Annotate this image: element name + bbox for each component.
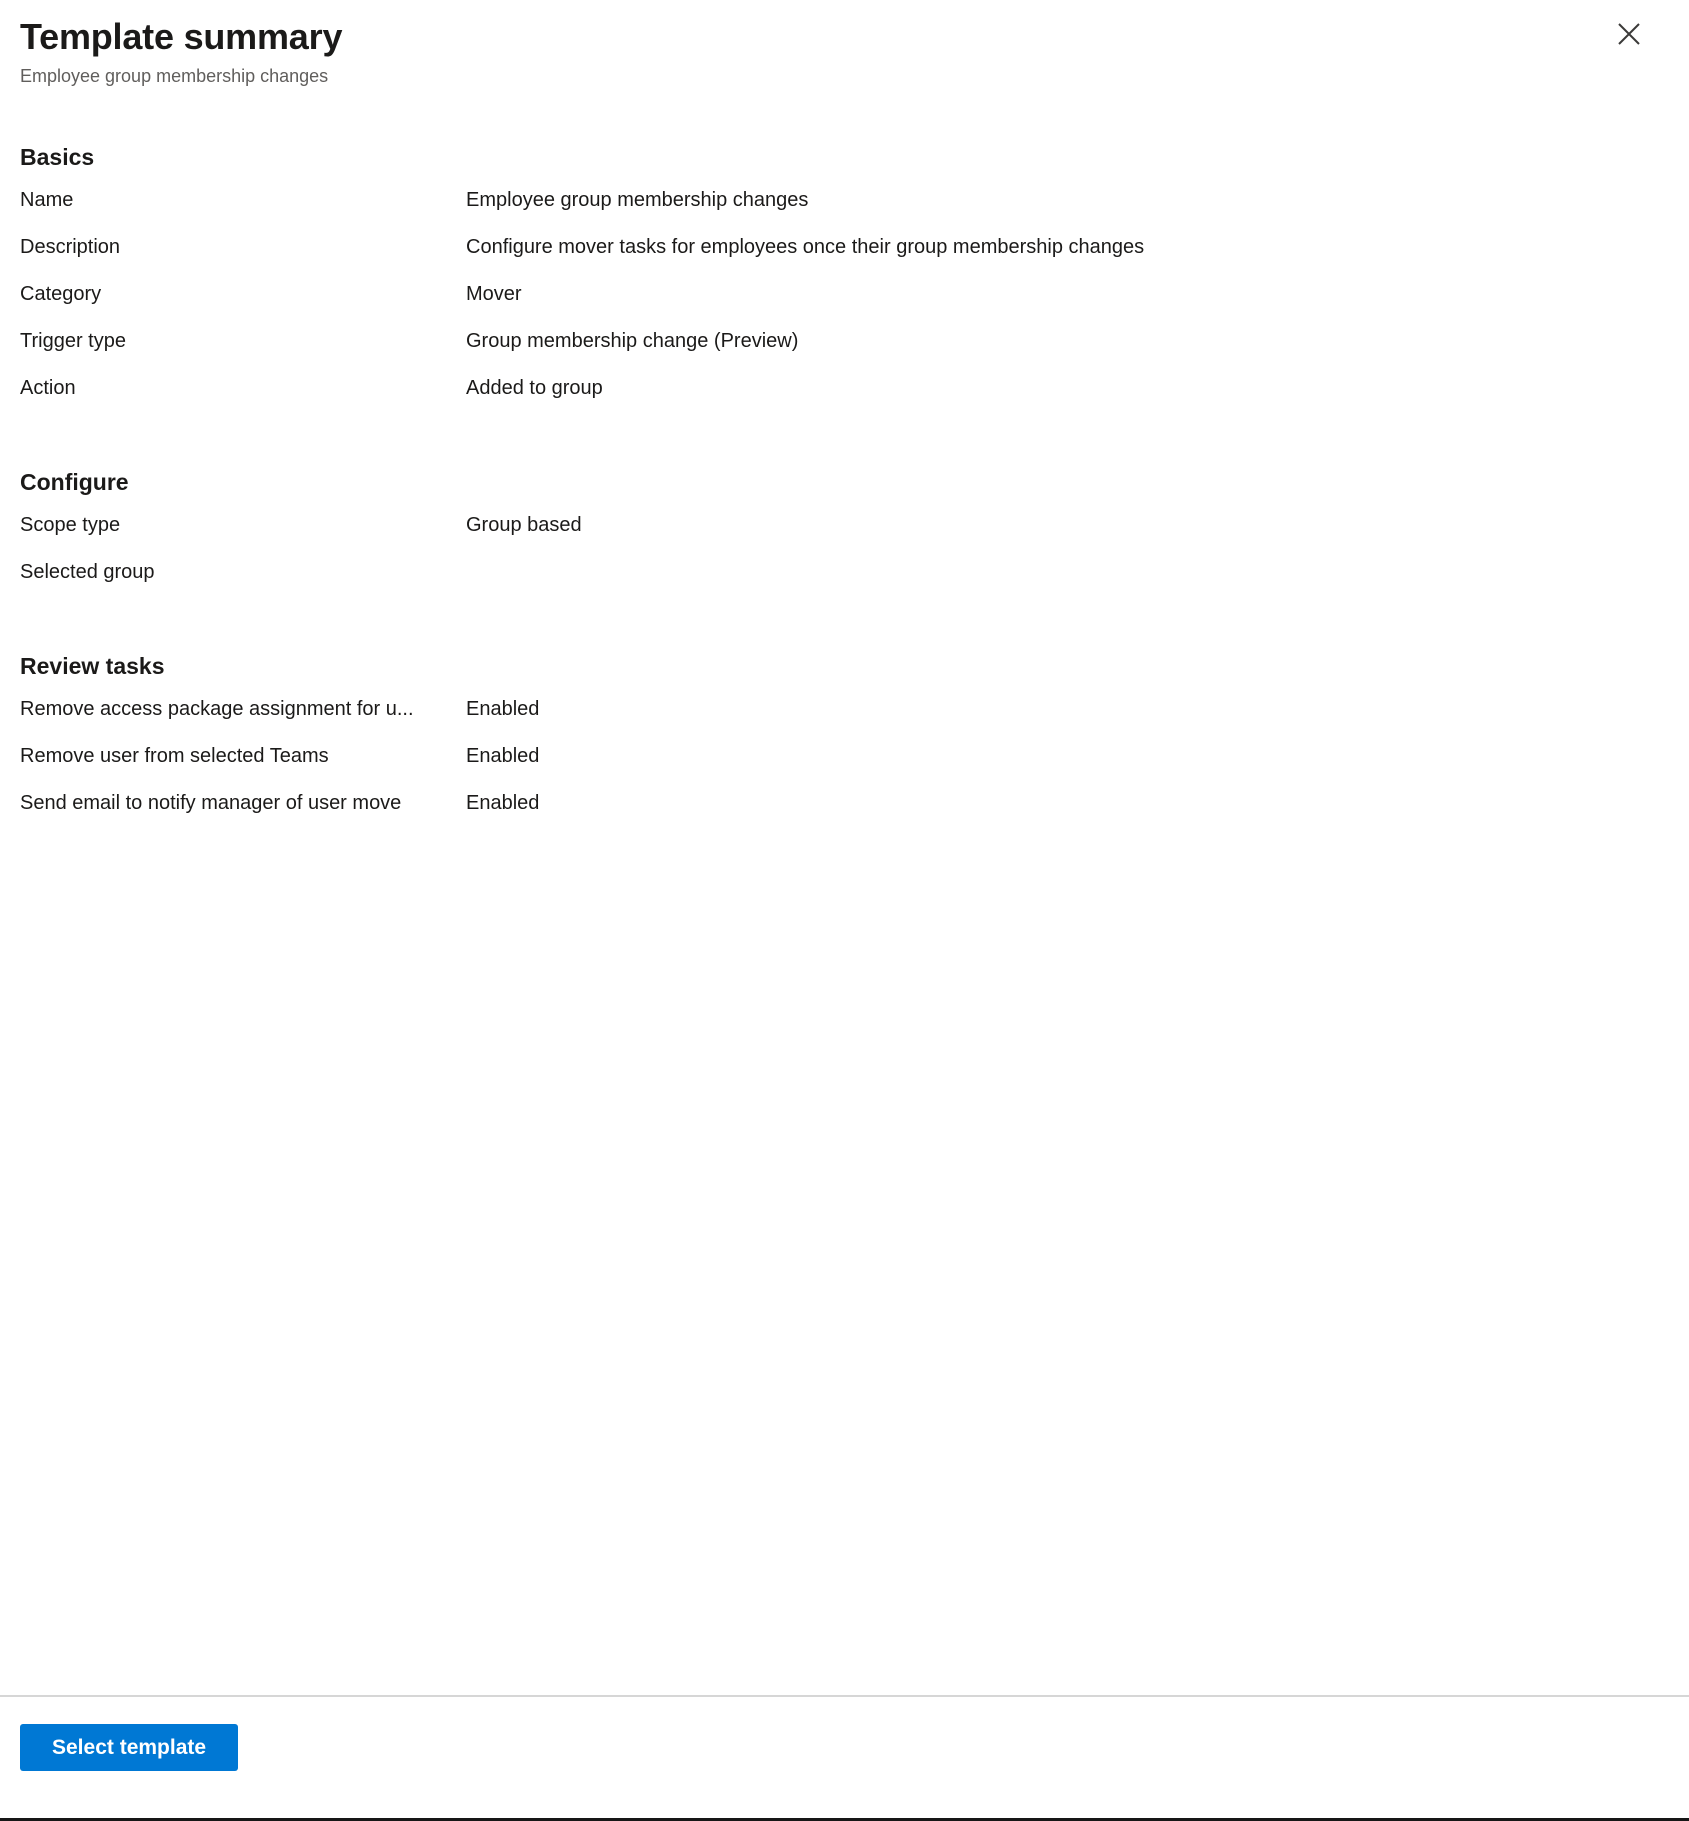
close-icon bbox=[1616, 21, 1642, 47]
row-label: Description bbox=[20, 236, 121, 258]
summary-row: Trigger type Group membership change (Pr… bbox=[20, 327, 1669, 374]
panel-footer: Select template bbox=[0, 1695, 1689, 1818]
row-label: Remove user from selected Teams bbox=[20, 745, 329, 767]
row-label: Remove access package assignment for u..… bbox=[20, 698, 414, 720]
row-value: Group membership change (Preview) bbox=[466, 330, 799, 352]
row-value: Configure mover tasks for employees once… bbox=[466, 236, 1145, 258]
section-configure: Configure Scope type Group based Selecte… bbox=[20, 467, 1669, 605]
configure-rows: Scope type Group based Selected group bbox=[20, 511, 1669, 605]
row-label: Action bbox=[20, 377, 76, 399]
select-template-button[interactable]: Select template bbox=[20, 1724, 239, 1771]
summary-row: Name Employee group membership changes bbox=[20, 186, 1669, 233]
section-review-tasks: Review tasks Remove access package assig… bbox=[20, 651, 1669, 836]
panel-header: Template summary Employee group membersh… bbox=[0, 0, 1689, 89]
row-value: Enabled bbox=[466, 698, 540, 720]
row-value: Enabled bbox=[466, 792, 540, 814]
summary-content: Basics Name Employee group membership ch… bbox=[0, 89, 1689, 1695]
page-subtitle: Employee group membership changes bbox=[20, 66, 329, 86]
summary-row: Send email to notify manager of user mov… bbox=[20, 789, 1669, 836]
summary-row: Scope type Group based bbox=[20, 511, 1669, 558]
close-button[interactable] bbox=[1607, 12, 1651, 56]
row-label: Scope type bbox=[20, 514, 121, 536]
summary-row: Category Mover bbox=[20, 280, 1669, 327]
section-basics: Basics Name Employee group membership ch… bbox=[20, 142, 1669, 421]
row-label: Trigger type bbox=[20, 330, 126, 352]
row-value: Mover bbox=[466, 283, 522, 305]
summary-row: Remove access package assignment for u..… bbox=[20, 695, 1669, 742]
row-value: Group based bbox=[466, 514, 582, 536]
summary-row: Description Configure mover tasks for em… bbox=[20, 233, 1669, 280]
section-heading-basics: Basics bbox=[20, 144, 95, 170]
row-label: Category bbox=[20, 283, 102, 305]
basics-rows: Name Employee group membership changes D… bbox=[20, 186, 1669, 421]
row-value: Employee group membership changes bbox=[466, 189, 809, 211]
row-label: Send email to notify manager of user mov… bbox=[20, 792, 402, 814]
summary-row: Selected group bbox=[20, 558, 1669, 605]
summary-row: Remove user from selected Teams Enabled bbox=[20, 742, 1669, 789]
row-label: Name bbox=[20, 189, 74, 211]
template-summary-panel: Template summary Employee group membersh… bbox=[0, 0, 1689, 1818]
section-heading-configure: Configure bbox=[20, 469, 129, 495]
row-value: Added to group bbox=[466, 377, 603, 399]
summary-row: Action Added to group bbox=[20, 374, 1669, 421]
page-title: Template summary bbox=[20, 16, 343, 57]
row-value: Enabled bbox=[466, 745, 540, 767]
row-label: Selected group bbox=[20, 561, 155, 583]
review-tasks-rows: Remove access package assignment for u..… bbox=[20, 695, 1669, 836]
section-heading-review-tasks: Review tasks bbox=[20, 653, 165, 679]
